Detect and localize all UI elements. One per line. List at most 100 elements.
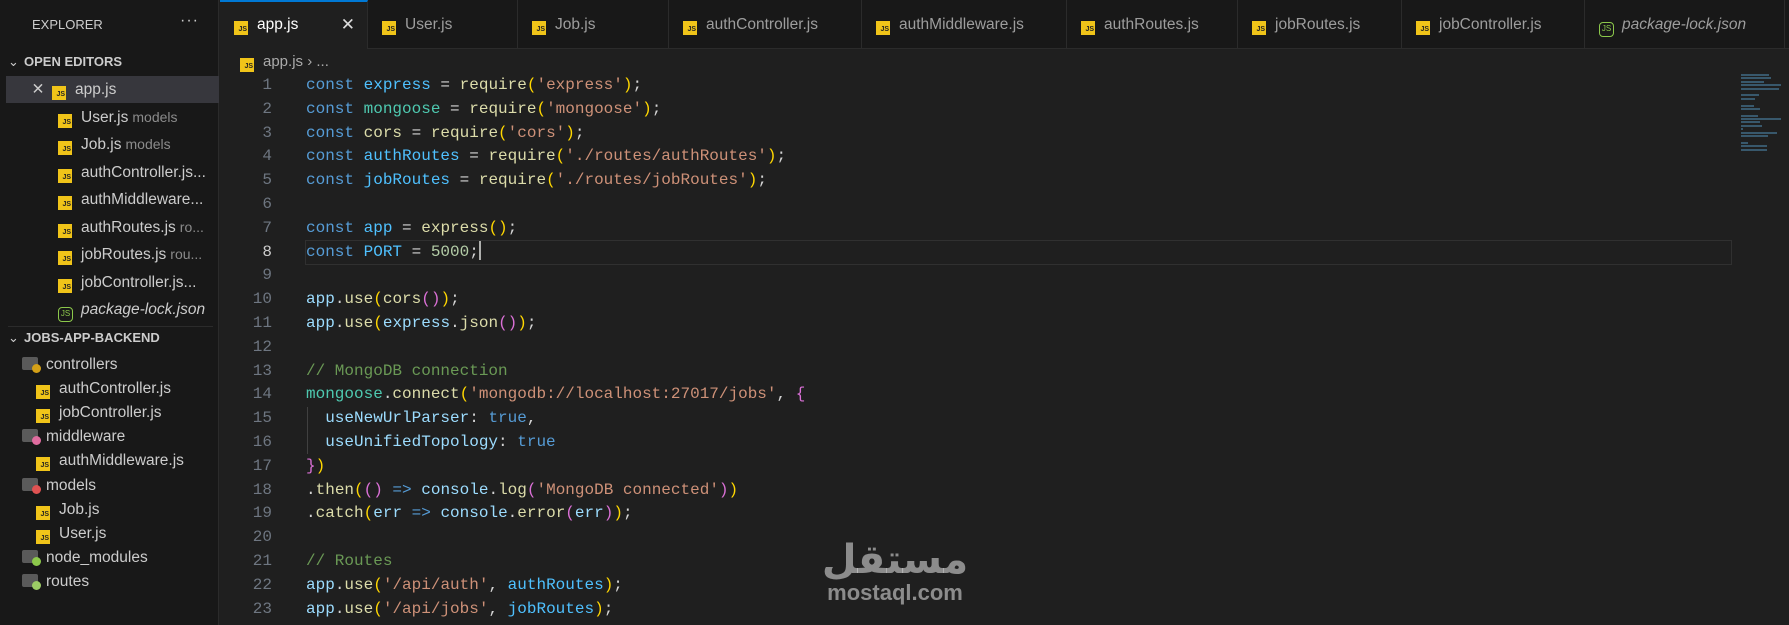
- code-token: const: [306, 99, 364, 118]
- file-item[interactable]: JS jobController.js: [6, 399, 219, 426]
- js-file-icon: JS: [532, 21, 546, 35]
- code-token: app: [306, 290, 335, 309]
- js-file-icon: JS: [36, 529, 50, 544]
- file-item[interactable]: JS authController.js: [6, 375, 219, 402]
- tab-authcontroller-js[interactable]: JS authController.js: [669, 0, 862, 49]
- code-token: error: [517, 504, 566, 523]
- folder-item[interactable]: models: [6, 472, 219, 499]
- open-editor-item[interactable]: JS User.js models: [6, 104, 219, 131]
- line-content: // Routes: [306, 552, 392, 570]
- file-item[interactable]: JS authMiddleware.js: [6, 447, 219, 474]
- folder-item[interactable]: controllers: [6, 351, 219, 378]
- tab-app-js[interactable]: JS app.js ✕: [220, 0, 368, 49]
- code-token: 'cors': [507, 123, 566, 142]
- explorer-title: EXPLORER: [32, 17, 103, 32]
- line-number: 23: [252, 599, 272, 618]
- breadcrumb[interactable]: JS app.js › ...: [240, 50, 329, 74]
- open-editor-item[interactable]: JS jobController.js...: [6, 269, 219, 296]
- tab-user-js[interactable]: JS User.js: [368, 0, 518, 49]
- tab-package-lock-json[interactable]: JS package-lock.json: [1585, 0, 1785, 49]
- minimap-line: [1741, 107, 1761, 110]
- folder-item[interactable]: middleware: [6, 423, 219, 450]
- js-file-icon: JS: [58, 196, 72, 210]
- tab-label: jobController.js: [1439, 16, 1542, 33]
- js-file-icon: JS: [1081, 21, 1095, 35]
- open-editor-item[interactable]: JS jobRoutes.js rou...: [6, 241, 219, 268]
- chevron-down-icon: ⌄: [8, 54, 19, 69]
- file-item[interactable]: JS User.js: [6, 520, 219, 547]
- file-item[interactable]: JS Job.js: [6, 496, 219, 523]
- code-token: const: [306, 123, 364, 142]
- code-token: useUnifiedTopology: [306, 432, 499, 451]
- code-token: ): [517, 313, 527, 332]
- code-token: (: [555, 147, 566, 166]
- minimap-line: [1741, 104, 1754, 107]
- minimap[interactable]: [1741, 74, 1781, 154]
- tab-authroutes-js[interactable]: JS authRoutes.js: [1067, 0, 1238, 49]
- code-token: console: [440, 504, 508, 523]
- code-token: authRoutes: [507, 575, 604, 594]
- tab-jobcontroller-js[interactable]: JS jobController.js: [1402, 0, 1585, 49]
- line-number: 15: [252, 409, 272, 428]
- open-editor-item[interactable]: JS authController.js...: [6, 159, 219, 186]
- code-line: 9: [220, 264, 1729, 288]
- item-name: middleware: [46, 428, 126, 446]
- open-editor-item[interactable]: JS authMiddleware...: [6, 186, 219, 213]
- code-token: =: [402, 123, 431, 142]
- open-editors-header[interactable]: ⌄ OPEN EDITORS: [8, 51, 213, 73]
- item-name: User.js: [59, 524, 107, 542]
- line-number: 19: [252, 504, 272, 523]
- js-file-icon: JS: [1416, 21, 1430, 35]
- code-token: ;: [757, 171, 767, 190]
- tab-jobroutes-js[interactable]: JS jobRoutes.js: [1238, 0, 1402, 49]
- code-line: 10 app.use(cors());: [220, 288, 1729, 312]
- js-file-icon: JS: [36, 385, 50, 400]
- open-editor-item[interactable]: JS authRoutes.js ro...: [6, 214, 219, 241]
- tab-job-js[interactable]: JS Job.js: [518, 0, 669, 49]
- line-content: .catch(err => console.error(err));: [306, 504, 633, 522]
- code-token: =: [430, 76, 460, 94]
- code-token: jobRoutes: [507, 599, 595, 618]
- close-icon[interactable]: ✕: [30, 76, 46, 103]
- code-token: =>: [382, 480, 422, 499]
- more-actions-icon[interactable]: ···: [180, 12, 199, 30]
- minimap-line: [1741, 141, 1749, 144]
- tab-label: package-lock.json: [1622, 16, 1747, 33]
- tab-label: authController.js: [706, 16, 819, 33]
- folder-item[interactable]: node_modules: [6, 544, 219, 571]
- code-token: =: [440, 99, 470, 118]
- code-token: const: [306, 242, 364, 261]
- code-token: ;: [613, 575, 623, 594]
- line-content: const express = require('express');: [306, 76, 642, 94]
- code-token: true: [488, 409, 527, 428]
- code-token: (: [373, 313, 383, 332]
- code-token: use: [344, 599, 374, 618]
- close-icon[interactable]: ✕: [341, 2, 355, 47]
- code-token: ;: [526, 313, 537, 332]
- code-token: app: [306, 599, 335, 618]
- open-editor-item[interactable]: JS Job.js models: [6, 131, 219, 158]
- code-token: // Routes: [306, 551, 393, 570]
- code-token: :: [469, 409, 489, 428]
- code-token: :: [498, 432, 518, 451]
- js-file-icon: JS: [382, 21, 396, 35]
- code-token: ;: [450, 290, 460, 309]
- nodejs-icon: JS: [1599, 22, 1614, 37]
- folder-icon: [22, 477, 41, 494]
- folder-item[interactable]: routes: [6, 568, 219, 595]
- code-line: 15 useNewUrlParser: true,: [220, 407, 1729, 431]
- file-name: authController.js...: [81, 163, 206, 181]
- tab-authmiddleware-js[interactable]: JS authMiddleware.js: [862, 0, 1067, 49]
- file-folder-desc: rou...: [170, 246, 203, 262]
- code-token: (: [373, 290, 383, 309]
- line-number: 8: [262, 242, 272, 261]
- line-number: 16: [252, 432, 272, 451]
- open-editor-item[interactable]: JS package-lock.json: [6, 296, 219, 323]
- project-header[interactable]: ⌄ JOBS-APP-BACKEND: [8, 326, 213, 348]
- code-token: .: [334, 290, 345, 309]
- code-token: ): [642, 99, 652, 118]
- folder-icon: [22, 549, 41, 566]
- folder-icon: [22, 429, 41, 446]
- code-token: ,: [488, 575, 508, 594]
- open-editor-item[interactable]: ✕ JS app.js: [6, 76, 219, 103]
